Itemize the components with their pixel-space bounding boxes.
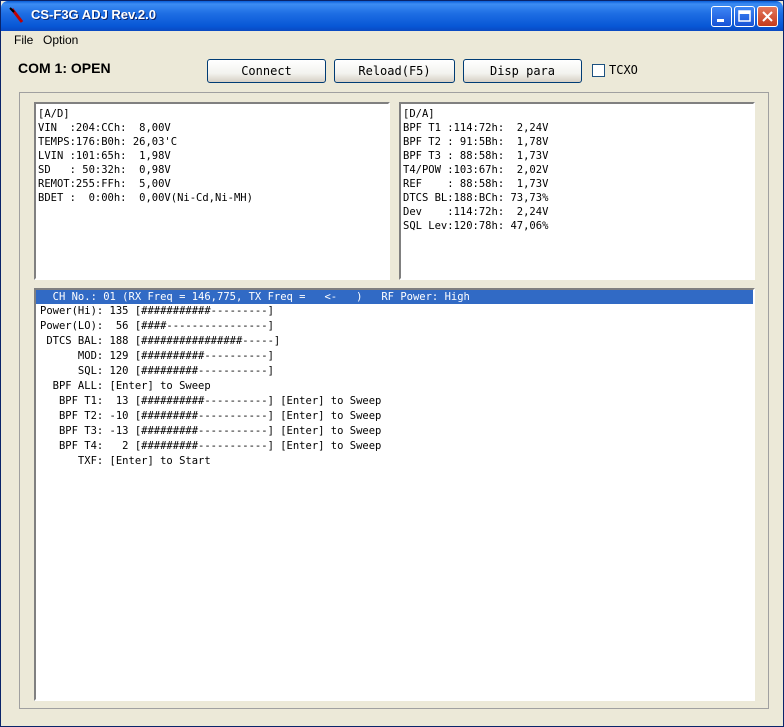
disp-para-button[interactable]: Disp para [463, 59, 582, 83]
da-line: BPF T1 :114:72h: 2,24V [403, 122, 549, 134]
ad-panel: [A/D] VIN :204:CCh: 8,00V TEMPS:176:B0h: 2… [34, 102, 390, 280]
ad-line: VIN :204:CCh: 8,00V [38, 122, 171, 134]
channel-param-row[interactable]: BPF T4: 2 [#########-----------] [Enter]… [36, 439, 753, 454]
channel-param-row[interactable]: SQL: 120 [#########-----------] [36, 364, 753, 379]
menu-option[interactable]: Option [43, 33, 78, 47]
da-line: [D/A] [403, 108, 435, 120]
channel-param-row[interactable]: BPF T1: 13 [##########----------] [Enter… [36, 394, 753, 409]
channel-param-row[interactable]: DTCS BAL: 188 [################-----] [36, 334, 753, 349]
da-panel: [D/A] BPF T1 :114:72h: 2,24V BPF T2 : 91:5… [399, 102, 755, 280]
channel-param-row[interactable]: BPF ALL: [Enter] to Sweep [36, 379, 753, 394]
da-line: SQL Lev:120:78h: 47,06% [403, 220, 549, 232]
screwdriver-icon [9, 7, 25, 25]
da-readout: [D/A] BPF T1 :114:72h: 2,24V BPF T2 : 91:5… [403, 107, 548, 233]
com-status: COM 1: OPEN [18, 60, 111, 76]
ad-line: SD : 50:32h: 0,98V [38, 164, 171, 176]
ad-line: [A/D] [38, 108, 70, 120]
maximize-icon [738, 10, 751, 22]
channel-panel[interactable]: CH No.: 01 (RX Freq = 146,775, TX Freq =… [34, 288, 755, 701]
minimize-button[interactable] [711, 6, 732, 27]
channel-param-row[interactable]: BPF T3: -13 [#########-----------] [Ente… [36, 424, 753, 439]
tcxo-label[interactable]: TCXO [609, 63, 638, 77]
da-line: DTCS BL:188:BCh: 73,73% [403, 192, 549, 204]
title-bar[interactable]: CS-F3G ADJ Rev.2.0 [1, 1, 783, 31]
channel-header-row[interactable]: CH No.: 01 (RX Freq = 146,775, TX Freq =… [36, 290, 753, 304]
close-button[interactable] [757, 6, 778, 27]
reload-button[interactable]: Reload(F5) [334, 59, 455, 83]
da-line: T4/POW :103:67h: 2,02V [403, 164, 549, 176]
maximize-button[interactable] [734, 6, 755, 27]
window-title: CS-F3G ADJ Rev.2.0 [31, 7, 156, 22]
minimize-icon [717, 19, 724, 22]
tcxo-checkbox[interactable] [592, 64, 605, 77]
da-line: REF : 88:58h: 1,73V [403, 178, 549, 190]
menu-bar: File Option [1, 31, 783, 50]
ad-line: REMOT:255:FFh: 5,00V [38, 178, 171, 190]
channel-param-row[interactable]: TXF: [Enter] to Start [36, 454, 753, 469]
da-line: BPF T2 : 91:5Bh: 1,78V [403, 136, 549, 148]
close-icon [762, 11, 773, 22]
channel-param-row[interactable]: Power(Hi): 135 [###########---------] [36, 304, 753, 319]
ad-line: BDET : 0:00h: 0,00V(Ni-Cd,Ni-MH) [38, 192, 253, 204]
da-line: BPF T3 : 88:58h: 1,73V [403, 150, 549, 162]
channel-param-row[interactable]: BPF T2: -10 [#########-----------] [Ente… [36, 409, 753, 424]
ad-readout: [A/D] VIN :204:CCh: 8,00V TEMPS:176:B0h: 2… [38, 107, 253, 205]
main-window: CS-F3G ADJ Rev.2.0 File Option COM 1: OP… [0, 0, 784, 727]
channel-param-row[interactable]: Power(LO): 56 [####----------------] [36, 319, 753, 334]
ad-line: TEMPS:176:B0h: 26,03'C [38, 136, 178, 148]
menu-file[interactable]: File [14, 33, 33, 47]
connect-button[interactable]: Connect [207, 59, 326, 83]
da-line: Dev :114:72h: 2,24V [403, 206, 549, 218]
ad-line: LVIN :101:65h: 1,98V [38, 150, 171, 162]
channel-param-row[interactable]: MOD: 129 [##########----------] [36, 349, 753, 364]
